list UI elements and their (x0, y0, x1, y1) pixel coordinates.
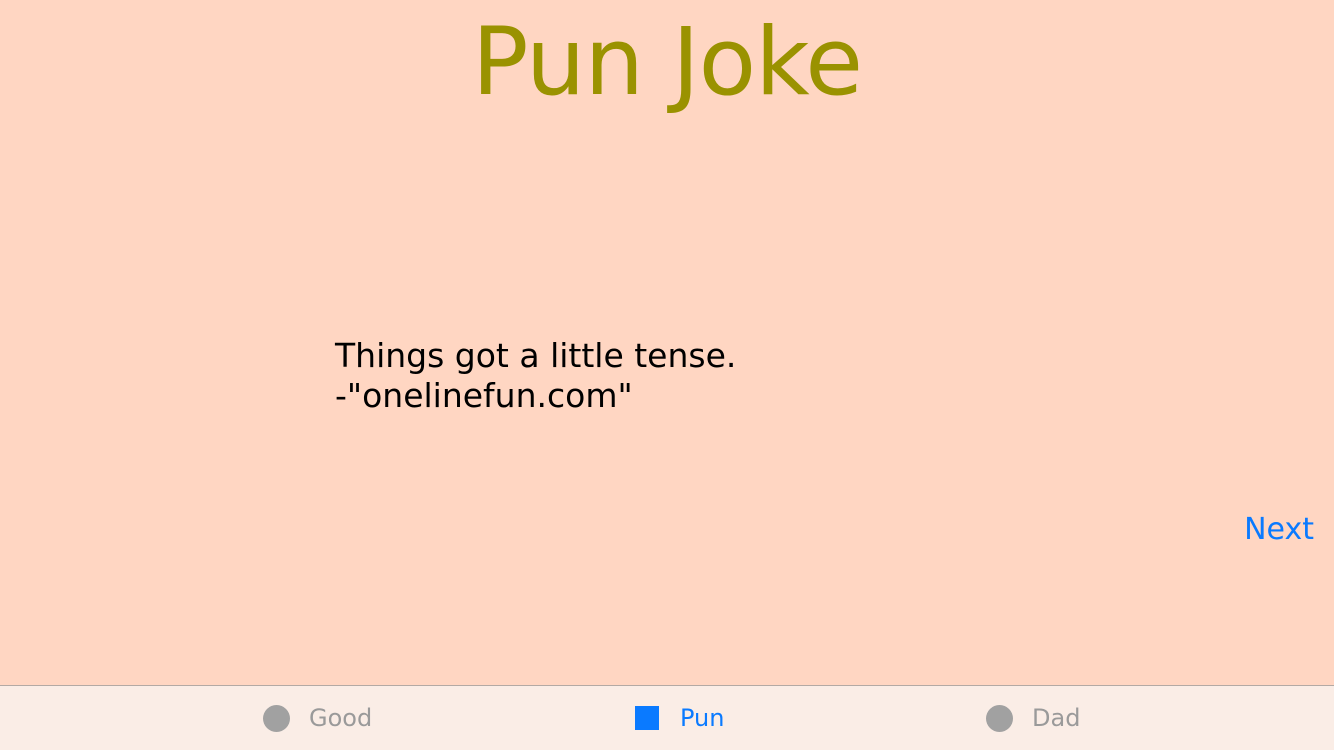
next-button[interactable]: Next (1244, 510, 1314, 550)
tab-good[interactable]: Good (263, 686, 372, 750)
tab-dad[interactable]: Dad (986, 686, 1080, 750)
page-title: Pun Joke (471, 8, 863, 117)
joke-source: -"onelinefun.com" (335, 376, 633, 415)
tab-pun[interactable]: Pun (635, 686, 724, 750)
tab-label: Good (309, 704, 373, 732)
joke-text: Things got a little tense. -"onelinefun.… (335, 336, 1095, 416)
app-screen: Pun Joke Things got a little tense. -"on… (0, 0, 1334, 750)
circle-icon (263, 704, 290, 732)
tab-bar: Good Pun Dad (0, 685, 1334, 750)
circle-icon (986, 704, 1013, 732)
tab-label: Dad (1032, 704, 1081, 732)
tab-label: Pun (680, 704, 725, 732)
square-icon (635, 706, 659, 730)
joke-line: Things got a little tense. (335, 336, 737, 375)
